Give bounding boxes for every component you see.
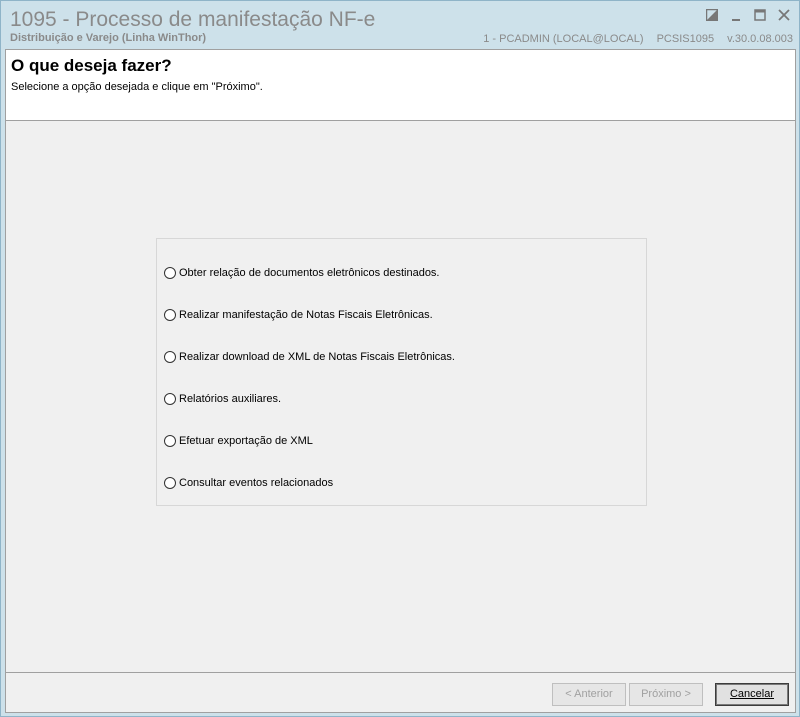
window-controls: [703, 6, 793, 24]
footer-divider: [6, 672, 795, 673]
option-label: Realizar manifestação de Notas Fiscais E…: [179, 309, 433, 321]
restore-icon[interactable]: [703, 6, 721, 24]
radio-button[interactable]: [164, 393, 176, 405]
radio-button[interactable]: [164, 477, 176, 489]
close-icon[interactable]: [775, 6, 793, 24]
radio-button[interactable]: [164, 267, 176, 279]
page-title: O que deseja fazer?: [11, 56, 172, 75]
option-obter-relacao[interactable]: Obter relação de documentos eletrônicos …: [164, 265, 440, 281]
wizard-header: O que deseja fazer? Selecione a opção de…: [6, 50, 795, 121]
session-info: 1 - PCADMIN (LOCAL@LOCAL) PCSIS1095 v.30…: [483, 33, 793, 45]
cancel-label: Cancelar: [729, 688, 775, 700]
option-exportacao-xml[interactable]: Efetuar exportação de XML: [164, 433, 313, 449]
option-realizar-manifestacao[interactable]: Realizar manifestação de Notas Fiscais E…: [164, 307, 433, 323]
version-info: v.30.0.08.003: [727, 33, 793, 45]
maximize-icon[interactable]: [751, 6, 769, 24]
wizard-client-area: O que deseja fazer? Selecione a opção de…: [5, 49, 796, 713]
option-label: Consultar eventos relacionados: [179, 477, 334, 489]
window-title: 1095 - Processo de manifestação NF-e: [10, 8, 376, 31]
previous-button[interactable]: < Anterior: [552, 683, 626, 706]
page-instruction: Selecione a opção desejada e clique em "…: [11, 81, 263, 93]
option-relatorios[interactable]: Relatórios auxiliares.: [164, 391, 281, 407]
options-group: Obter relação de documentos eletrônicos …: [156, 238, 647, 506]
user-info: 1 - PCADMIN (LOCAL@LOCAL): [483, 33, 644, 45]
next-button[interactable]: Próximo >: [629, 683, 703, 706]
option-label: Obter relação de documentos eletrônicos …: [179, 267, 440, 279]
program-code: PCSIS1095: [656, 33, 715, 45]
option-label: Realizar download de XML de Notas Fiscai…: [179, 351, 455, 363]
option-download-xml[interactable]: Realizar download de XML de Notas Fiscai…: [164, 349, 455, 365]
title-bar[interactable]: 1095 - Processo de manifestação NF-e Dis…: [1, 1, 799, 49]
minimize-icon[interactable]: [727, 6, 745, 24]
option-label: Relatórios auxiliares.: [179, 393, 282, 405]
radio-button[interactable]: [164, 435, 176, 447]
radio-button[interactable]: [164, 309, 176, 321]
window-subtitle: Distribuição e Varejo (Linha WinThor): [10, 32, 207, 44]
radio-button[interactable]: [164, 351, 176, 363]
cancel-button[interactable]: Cancelar: [715, 683, 789, 706]
app-window: 1095 - Processo de manifestação NF-e Dis…: [0, 0, 800, 717]
option-label: Efetuar exportação de XML: [179, 435, 313, 447]
option-consultar-eventos[interactable]: Consultar eventos relacionados: [164, 475, 333, 491]
